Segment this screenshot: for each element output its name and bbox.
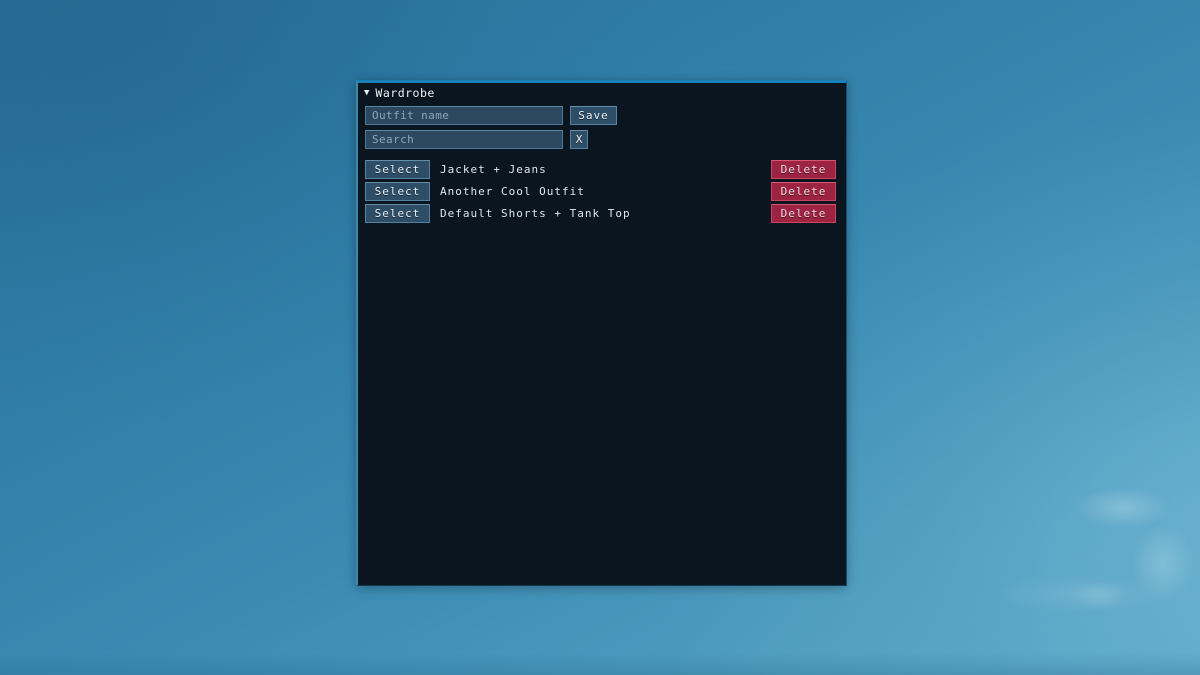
outfit-name-label: Jacket + Jeans: [440, 164, 547, 175]
clear-search-icon[interactable]: X: [570, 130, 588, 149]
panel-title: Wardrobe: [375, 85, 435, 100]
desktop-bottom-band: [0, 653, 1200, 675]
select-outfit-button[interactable]: Select: [365, 160, 430, 179]
outfit-list: Select Jacket + Jeans Delete Select Anot…: [365, 160, 838, 223]
search-input[interactable]: [365, 130, 563, 149]
collapse-triangle-icon[interactable]: ▼: [364, 89, 369, 98]
delete-outfit-button[interactable]: Delete: [771, 160, 836, 179]
desktop-background: ▼ Wardrobe Save X Select Jacket + Jeans …: [0, 0, 1200, 675]
outfit-list-item: Select Jacket + Jeans Delete: [365, 160, 838, 179]
search-row: X: [365, 130, 838, 149]
cloud-wisp-icon: [1055, 455, 1200, 630]
panel-body: Save X Select Jacket + Jeans Delete Sele…: [358, 103, 846, 223]
cloud-wisp-icon: [900, 540, 1200, 660]
outfit-list-item: Select Another Cool Outfit Delete: [365, 182, 838, 201]
wardrobe-panel: ▼ Wardrobe Save X Select Jacket + Jeans …: [356, 80, 847, 586]
outfit-name-row: Save: [365, 106, 838, 125]
outfit-list-item: Select Default Shorts + Tank Top Delete: [365, 204, 838, 223]
outfit-name-label: Default Shorts + Tank Top: [440, 208, 631, 219]
save-button[interactable]: Save: [570, 106, 617, 125]
delete-outfit-button[interactable]: Delete: [771, 204, 836, 223]
select-outfit-button[interactable]: Select: [365, 182, 430, 201]
panel-header[interactable]: ▼ Wardrobe: [358, 83, 846, 103]
delete-outfit-button[interactable]: Delete: [771, 182, 836, 201]
outfit-name-label: Another Cool Outfit: [440, 186, 585, 197]
outfit-name-input[interactable]: [365, 106, 563, 125]
select-outfit-button[interactable]: Select: [365, 204, 430, 223]
